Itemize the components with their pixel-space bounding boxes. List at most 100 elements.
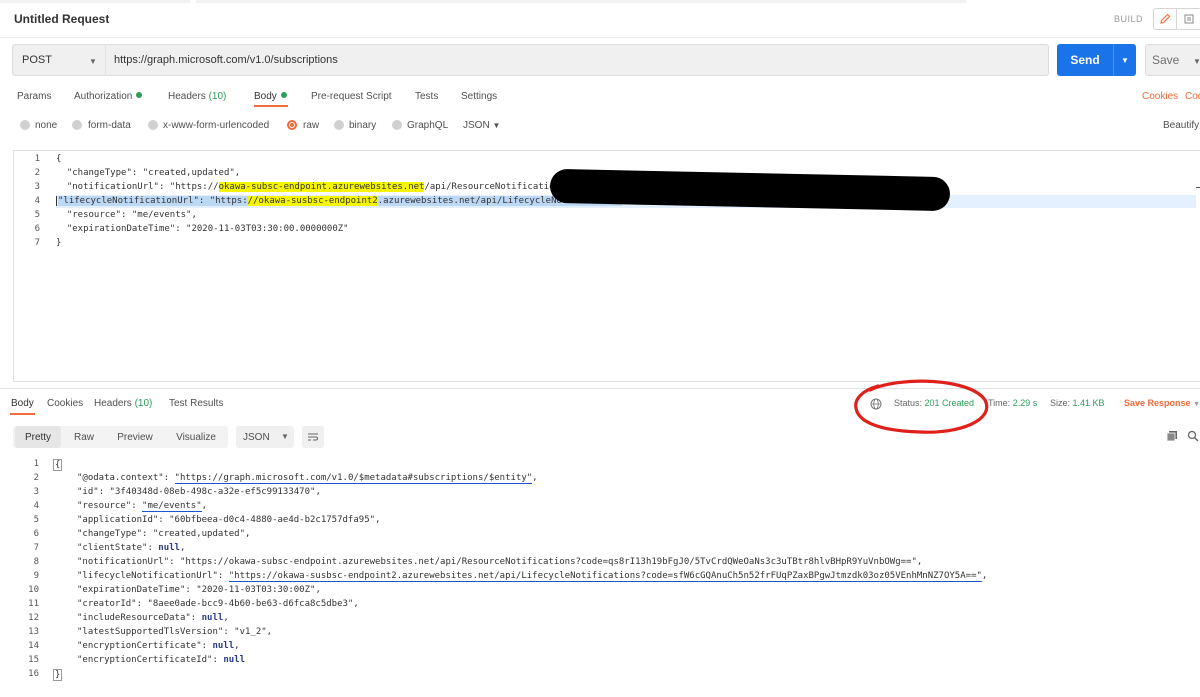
json-value: "8aee0ade-bcc9-4b60-be63-d6fca8c5dbe3"	[147, 599, 354, 609]
line-number: 12	[28, 613, 39, 623]
json-link-value[interactable]: "me/events"	[142, 501, 202, 512]
chevron-down-icon: ▼	[281, 432, 289, 441]
tab-tests[interactable]: Tests	[415, 91, 438, 102]
json-punct: ,	[245, 529, 251, 539]
code-line: {	[53, 459, 63, 471]
request-title[interactable]: Untitled Request	[14, 12, 109, 26]
time-info[interactable]: Time: 2.29 s	[988, 398, 1037, 408]
response-body[interactable]: 1 { 2 "@odata.context": "https://graph.m…	[0, 456, 1200, 696]
json-punct: ,	[266, 627, 273, 637]
json-link-value[interactable]: "https://graph.microsoft.com/v1.0/$metad…	[174, 473, 533, 484]
json-null: null	[212, 641, 235, 651]
code-line: "clientState": null,	[77, 543, 186, 553]
response-tab-body[interactable]: Body	[11, 398, 34, 409]
radio-x-www-form-urlencoded[interactable]	[148, 120, 158, 130]
chevron-down-icon: ▼	[492, 121, 501, 130]
format-select[interactable]: JSON ▼	[463, 120, 500, 131]
code-line-selected: "lifecycleNotificationUrl": "https://oka…	[56, 196, 622, 206]
json-punct: ,	[353, 599, 359, 609]
size-info[interactable]: Size: 1.41 KB	[1050, 398, 1105, 408]
json-punct: ,	[916, 557, 923, 567]
radio-form-data[interactable]	[72, 120, 82, 130]
radio-binary[interactable]	[334, 120, 344, 130]
line-number: 13	[28, 627, 39, 637]
build-label[interactable]: BUILD	[1114, 14, 1143, 24]
request-body-editor[interactable]: 1 { 2 "changeType": "created,updated", 3…	[13, 150, 1200, 382]
json-value: "2020-11-03T03:30:00Z"	[196, 585, 316, 595]
cookies-link[interactable]: Cookies	[1142, 91, 1178, 102]
save-response-label: Save Response	[1124, 398, 1191, 408]
search-icon[interactable]	[1187, 430, 1199, 445]
code-line: "creatorId": "8aee0ade-bcc9-4b60-be63-d6…	[77, 599, 359, 609]
tab-authorization[interactable]: Authorization	[74, 91, 143, 102]
line-number: 2	[34, 168, 40, 178]
json-key: "@odata.context"	[77, 473, 164, 483]
line-number: 5	[34, 210, 40, 220]
copy-icon[interactable]	[1166, 430, 1178, 445]
view-pretty-button[interactable]: Pretty	[15, 426, 61, 448]
size-value: 1.41 KB	[1072, 398, 1105, 408]
line-number: 11	[28, 599, 39, 609]
json-key: "applicationId"	[77, 515, 159, 525]
option-label: raw	[303, 120, 320, 131]
tab-label: Authorization	[74, 91, 133, 102]
beautify-link[interactable]: Beautify	[1163, 120, 1199, 131]
json-punct: ,	[179, 543, 186, 553]
json-key: "resource"	[77, 501, 132, 511]
tab-params[interactable]: Params	[17, 91, 51, 102]
view-visualize-button[interactable]: Visualize	[166, 426, 226, 448]
option-label: form-data	[88, 120, 131, 131]
json-link-value[interactable]: "https://okawa-susbsc-endpoint2.azureweb…	[228, 571, 982, 582]
line-number: 15	[28, 655, 39, 665]
annotation-circle	[854, 379, 989, 434]
response-tab-cookies[interactable]: Cookies	[47, 398, 83, 409]
line-number: 7	[33, 543, 39, 553]
view-preview-button[interactable]: Preview	[108, 426, 162, 448]
line-number: 8	[33, 557, 39, 567]
radio-raw[interactable]	[287, 120, 297, 130]
code-line: }	[56, 238, 62, 248]
tab-headers[interactable]: Headers (10)	[168, 91, 226, 102]
save-button[interactable]: Save ▼	[1145, 44, 1200, 76]
response-tab-headers[interactable]: Headers (10)	[94, 398, 152, 409]
documentation-icon[interactable]	[1177, 8, 1200, 30]
response-tab-test-results[interactable]: Test Results	[169, 398, 223, 409]
response-format-select[interactable]: JSON ▼	[236, 426, 294, 448]
status-dot-icon	[280, 92, 287, 98]
save-label: Save	[1152, 53, 1180, 67]
code-line: "resource": "me/events",	[77, 501, 208, 512]
tab-body[interactable]: Body	[254, 91, 287, 102]
tab-settings[interactable]: Settings	[461, 91, 497, 102]
radio-graphql[interactable]	[392, 120, 402, 130]
highlighted-host: okawa-subsc-endpoint.azurewebsites.net	[218, 182, 425, 192]
json-punct: ,	[375, 515, 381, 525]
json-key: "changeType"	[77, 529, 143, 539]
send-dropdown-icon[interactable]: ▼	[1114, 56, 1136, 65]
json-key: "encryptionCertificate"	[77, 641, 202, 651]
code-link[interactable]: Code	[1185, 91, 1200, 102]
json-value: "created,updated"	[152, 529, 245, 539]
code-line: "resource": "me/events",	[56, 210, 197, 220]
pane-divider[interactable]	[0, 388, 1200, 389]
code-segment: "notificationUrl": "https://	[56, 182, 219, 192]
url-input[interactable]: https://graph.microsoft.com/v1.0/subscri…	[105, 44, 1049, 76]
code-segment: /api/ResourceNotifications	[424, 182, 566, 192]
method-select[interactable]: POST ▼	[12, 44, 106, 76]
line-number: 14	[28, 641, 39, 651]
code-line: "expirationDateTime": "2020-11-03T03:30:…	[77, 585, 321, 595]
view-raw-button[interactable]: Raw	[64, 426, 104, 448]
json-null: null	[201, 613, 224, 623]
radio-none[interactable]	[20, 120, 30, 130]
tab-pre-request-script[interactable]: Pre-request Script	[311, 91, 392, 102]
save-response-button[interactable]: Save Response ▼	[1124, 398, 1200, 408]
save-dropdown-icon[interactable]: ▼	[1193, 57, 1200, 66]
code-line: "@odata.context": "https://graph.microso…	[77, 473, 538, 484]
response-format-value: JSON	[243, 431, 270, 443]
json-value: "v1_2"	[234, 627, 267, 637]
active-tab-indicator	[10, 413, 35, 415]
line-number: 3	[34, 182, 40, 192]
url-value: https://graph.microsoft.com/v1.0/subscri…	[114, 54, 338, 66]
wrap-lines-icon[interactable]	[302, 426, 324, 448]
pencil-icon[interactable]	[1153, 8, 1177, 30]
send-button[interactable]: Send ▼	[1057, 44, 1136, 76]
